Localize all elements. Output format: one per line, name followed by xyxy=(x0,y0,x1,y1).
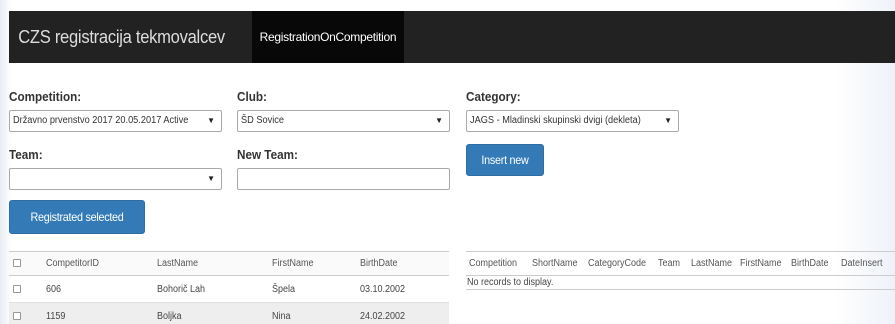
chevron-down-icon: ▼ xyxy=(664,116,672,125)
column-header-competitorid[interactable]: CompetitorID xyxy=(46,251,157,276)
new-team-label: New Team: xyxy=(237,147,298,162)
category-select[interactable]: JAGS - Mladinski skupinski dvigi (deklet… xyxy=(466,110,679,132)
empty-row: No records to display. xyxy=(466,275,895,290)
category-select-value: JAGS - Mladinski skupinski dvigi (deklet… xyxy=(470,115,641,126)
app-brand[interactable]: CZS registracija tekmovalcev xyxy=(9,11,238,63)
teams-grid: Competition ShortName CategoryCode Team … xyxy=(466,251,895,290)
cell-last-name: Bohorič Lah xyxy=(157,275,272,303)
column-header-team[interactable]: Team xyxy=(654,251,689,276)
cell-birth-date: 24.02.2002 xyxy=(360,302,449,324)
insert-new-team-button[interactable]: Insert new Team xyxy=(466,144,544,197)
column-header-categorycode[interactable]: CategoryCode xyxy=(584,251,655,276)
column-header-competition[interactable]: Competition xyxy=(466,251,530,276)
column-header-birthdate[interactable]: BirthDate xyxy=(788,251,838,276)
table-row[interactable]: 606 Bohorič Lah Špela 03.10.2002 xyxy=(9,275,449,303)
cell-last-name: Boljka xyxy=(157,302,272,324)
competitors-grid: CompetitorID LastName FirstName BirthDat… xyxy=(9,251,449,324)
column-header-shortname[interactable]: ShortName xyxy=(529,251,585,276)
competition-label: Competition: xyxy=(9,89,82,104)
cell-competitor-id: 606 xyxy=(46,275,157,303)
column-header-dateinsert[interactable]: DateInsert xyxy=(837,251,895,276)
column-header-firstname[interactable]: FirstName xyxy=(736,251,789,276)
cell-first-name: Nina xyxy=(272,302,360,324)
competition-select-value: Državno prvenstvo 2017 20.05.2017 Active xyxy=(13,115,189,126)
top-navbar: CZS registracija tekmovalcev Registratio… xyxy=(9,11,895,63)
column-header-firstname[interactable]: FirstName xyxy=(272,251,360,276)
teams-header-row: Competition ShortName CategoryCode Team … xyxy=(466,251,895,276)
chevron-down-icon: ▼ xyxy=(207,174,215,183)
row-checkbox[interactable] xyxy=(13,311,21,320)
column-header-birthdate[interactable]: BirthDate xyxy=(360,251,449,276)
team-select[interactable]: ▼ xyxy=(9,168,222,190)
table-row[interactable]: 1159 Boljka Nina 24.02.2002 xyxy=(9,302,449,324)
column-header-lastname[interactable]: LastName xyxy=(157,251,272,276)
category-label: Category: xyxy=(466,89,521,104)
cell-competitor-id: 1159 xyxy=(46,302,157,324)
chevron-down-icon: ▼ xyxy=(435,116,443,125)
row-checkbox[interactable] xyxy=(13,284,21,293)
chevron-down-icon: ▼ xyxy=(207,116,215,125)
cell-birth-date: 03.10.2002 xyxy=(360,275,449,303)
competitors-header-row: CompetitorID LastName FirstName BirthDat… xyxy=(9,251,449,276)
empty-message: No records to display. xyxy=(466,275,895,290)
column-header-lastname[interactable]: LastName xyxy=(688,251,737,276)
new-team-input[interactable] xyxy=(237,168,450,190)
select-all-checkbox[interactable] xyxy=(13,259,21,268)
club-select[interactable]: ŠD Sovice ▼ xyxy=(237,110,450,132)
club-label: Club: xyxy=(237,89,267,104)
club-select-value: ŠD Sovice xyxy=(241,115,284,126)
register-selected-button[interactable]: Registrated selected competitors xyxy=(9,200,145,256)
nav-link-registration[interactable]: RegistrationOnCompetition xyxy=(251,11,405,63)
competition-select[interactable]: Državno prvenstvo 2017 20.05.2017 Active… xyxy=(9,110,222,132)
cell-first-name: Špela xyxy=(272,275,360,303)
team-label: Team: xyxy=(9,147,43,162)
